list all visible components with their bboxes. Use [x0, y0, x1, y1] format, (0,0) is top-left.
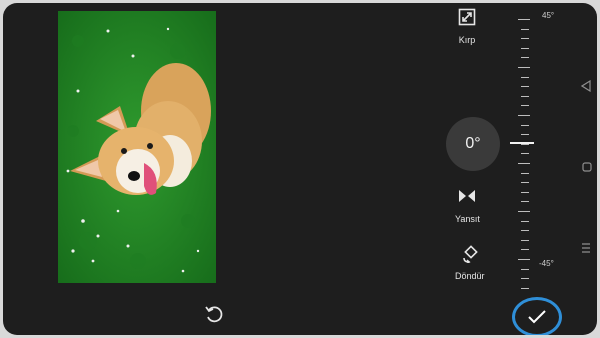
photo-editor-screen: Kırp 0° Yansıt Döndür 45° -45° — [3, 3, 597, 335]
ruler-tick — [521, 239, 529, 241]
ruler-tick — [521, 268, 529, 270]
mirror-tool[interactable]: Yansıt — [455, 184, 480, 224]
ruler-tick — [521, 47, 529, 49]
confirm-button[interactable] — [512, 297, 562, 335]
crop-label: Kırp — [458, 35, 476, 45]
ruler-tick — [521, 134, 529, 136]
ruler-tick — [521, 287, 529, 289]
ruler-tick — [521, 86, 529, 88]
ruler-tick — [521, 172, 529, 174]
ruler-indicator — [510, 142, 534, 144]
ruler-tick — [521, 57, 529, 59]
ruler-tick — [518, 115, 530, 116]
ruler-tick — [521, 201, 529, 203]
ruler-tick — [521, 105, 529, 107]
reset-button[interactable] — [203, 303, 225, 325]
ruler-tick — [521, 38, 529, 40]
ruler-tick — [521, 95, 529, 97]
corgi-photo — [58, 11, 216, 283]
mirror-icon — [455, 184, 479, 208]
ruler-tick — [521, 220, 529, 222]
ruler-tick — [518, 19, 530, 20]
ruler-tick — [521, 230, 529, 232]
mirror-label: Yansıt — [455, 214, 480, 224]
ruler-tick — [521, 28, 529, 30]
ruler-tick — [518, 67, 530, 68]
rotation-ruler[interactable]: 45° -45° — [508, 11, 554, 301]
ruler-tick — [521, 153, 529, 155]
ruler-tick — [521, 278, 529, 280]
crop-tool[interactable]: Kırp — [455, 5, 479, 45]
back-nav-icon[interactable] — [580, 79, 591, 97]
crop-icon — [455, 5, 479, 29]
ruler-tick — [521, 182, 529, 184]
photo-preview — [58, 11, 216, 283]
rotate-icon — [458, 241, 482, 265]
recents-nav-icon[interactable] — [581, 241, 591, 259]
rotate-label: Döndür — [455, 271, 485, 281]
rotation-angle-display[interactable]: 0° — [446, 117, 500, 171]
ruler-tick — [518, 211, 530, 212]
ruler-tick — [521, 76, 529, 78]
check-icon — [528, 310, 546, 324]
ruler-tick — [518, 163, 530, 164]
ruler-tick — [521, 191, 529, 193]
reset-icon — [205, 306, 223, 323]
home-nav-icon[interactable] — [582, 159, 592, 177]
ruler-tick — [521, 249, 529, 251]
ruler-bottom-label: -45° — [539, 259, 554, 268]
ruler-tick — [521, 124, 529, 126]
rotate-tool[interactable]: Döndür — [455, 241, 485, 281]
ruler-top-label: 45° — [542, 11, 555, 20]
ruler-tick — [518, 259, 530, 260]
